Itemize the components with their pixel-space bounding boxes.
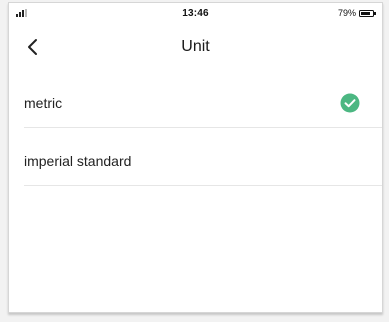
unit-option-label: metric [24, 95, 63, 111]
unit-option-metric[interactable]: metric [24, 81, 382, 128]
page-title: Unit [181, 38, 210, 55]
unit-option-imperial[interactable]: imperial standard [24, 139, 382, 186]
status-bar: 13:46 79% [9, 3, 382, 25]
battery-icon [359, 9, 376, 17]
status-time: 13:46 [182, 8, 209, 19]
unit-option-label: imperial standard [24, 153, 132, 169]
nav-header: Unit [9, 29, 382, 65]
phone-screen: 13:46 79% Unit metric imperial standard [8, 2, 383, 313]
battery-fill [361, 11, 370, 15]
battery-percent: 79% [337, 8, 356, 18]
check-circle-icon [340, 93, 360, 113]
battery-indicator: 79% [337, 8, 376, 18]
